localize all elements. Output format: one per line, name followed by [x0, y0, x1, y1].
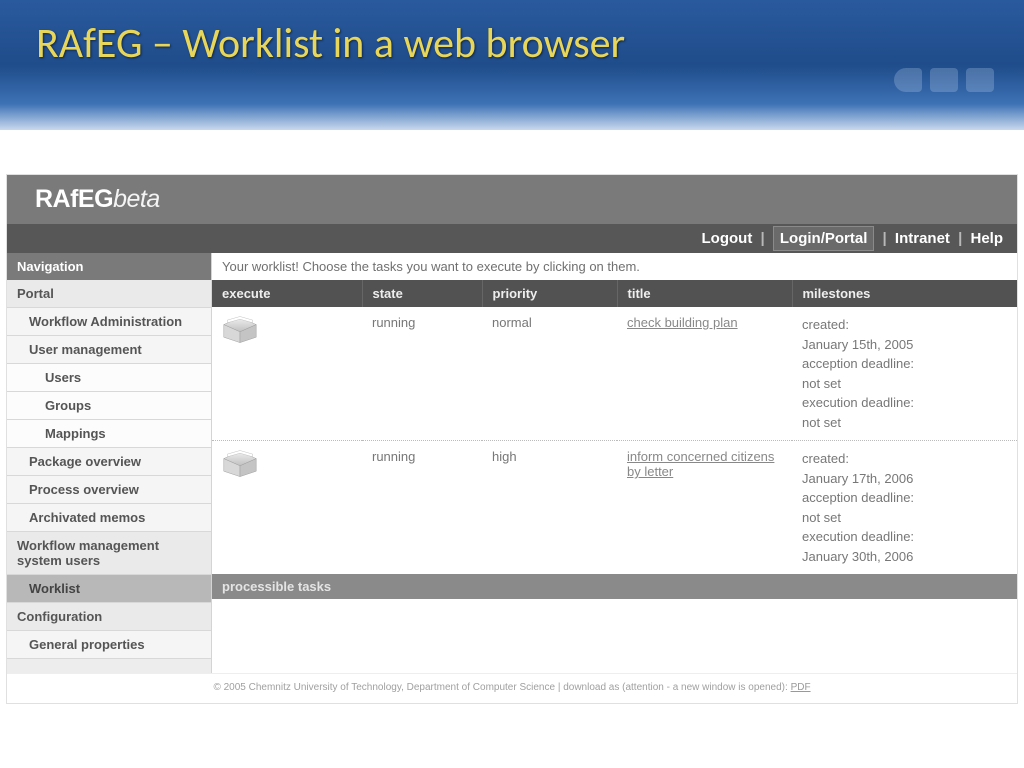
sidebar-item-workflow-administration[interactable]: Workflow Administration — [7, 308, 211, 336]
app-container: RAfEGbeta Logout | Login/Portal | Intran… — [6, 174, 1018, 704]
footer: © 2005 Chemnitz University of Technology… — [7, 673, 1017, 703]
worklist-table: execute state priority title milestones … — [212, 280, 1017, 574]
sidebar-item-workflow-management-system-users[interactable]: Workflow management system users — [7, 532, 211, 575]
content-pane: Your worklist! Choose the tasks you want… — [212, 253, 1017, 673]
slide-header: RAfEG – Worklist in a web browser — [0, 0, 1024, 130]
execute-icon[interactable] — [222, 449, 258, 479]
logout-link[interactable]: Logout — [702, 230, 753, 247]
task-milestones: created:January 15th, 2005acception dead… — [792, 307, 1017, 441]
table-row: runninghigh inform concerned citizens by … — [212, 441, 1017, 575]
execute-icon[interactable] — [222, 315, 258, 345]
sidebar-item-worklist[interactable]: Worklist — [7, 575, 211, 603]
footer-text: © 2005 Chemnitz University of Technology… — [213, 682, 790, 693]
brand-logo: RAfEGbeta — [35, 185, 160, 213]
sidebar-item-users[interactable]: Users — [7, 364, 211, 392]
brand-name: RAfEG — [35, 185, 113, 213]
login-portal-link[interactable]: Login/Portal — [773, 226, 875, 251]
sidebar-header: Navigation — [7, 253, 211, 280]
col-milestones[interactable]: milestones — [792, 280, 1017, 307]
sidebar-item-user-management[interactable]: User management — [7, 336, 211, 364]
sidebar-item-package-overview[interactable]: Package overview — [7, 448, 211, 476]
task-title-link[interactable]: inform concerned citizens by letter — [627, 449, 774, 479]
instruction-text: Your worklist! Choose the tasks you want… — [212, 253, 1017, 280]
intranet-link[interactable]: Intranet — [895, 230, 950, 247]
col-state[interactable]: state — [362, 280, 482, 307]
slide-title: RAfEG – Worklist in a web browser — [36, 18, 988, 69]
task-title-link[interactable]: check building plan — [627, 315, 738, 330]
sidebar-item-mappings[interactable]: Mappings — [7, 420, 211, 448]
task-priority: normal — [482, 307, 617, 441]
sidebar-item-groups[interactable]: Groups — [7, 392, 211, 420]
col-execute[interactable]: execute — [212, 280, 362, 307]
top-nav: Logout | Login/Portal | Intranet | Help — [7, 224, 1017, 253]
col-priority[interactable]: priority — [482, 280, 617, 307]
decorative-squares — [894, 68, 994, 92]
sidebar-item-portal[interactable]: Portal — [7, 280, 211, 308]
sidebar-item-archivated-memos[interactable]: Archivated memos — [7, 504, 211, 532]
brand-suffix: beta — [113, 185, 160, 213]
sidebar-item-process-overview[interactable]: Process overview — [7, 476, 211, 504]
table-row: runningnormal check building plan created:… — [212, 307, 1017, 441]
brand-bar: RAfEGbeta — [7, 175, 1017, 224]
footer-pdf-link[interactable]: PDF — [791, 682, 811, 693]
col-title[interactable]: title — [617, 280, 792, 307]
sidebar-item-configuration[interactable]: Configuration — [7, 603, 211, 631]
help-link[interactable]: Help — [970, 230, 1003, 247]
sidebar-item-general-properties[interactable]: General properties — [7, 631, 211, 659]
sidebar: Navigation PortalWorkflow Administration… — [7, 253, 212, 673]
processible-tasks-bar: processible tasks — [212, 574, 1017, 599]
main-area: Navigation PortalWorkflow Administration… — [7, 253, 1017, 673]
task-state: running — [362, 307, 482, 441]
task-priority: high — [482, 441, 617, 575]
task-state: running — [362, 441, 482, 575]
task-milestones: created:January 17th, 2006acception dead… — [792, 441, 1017, 575]
